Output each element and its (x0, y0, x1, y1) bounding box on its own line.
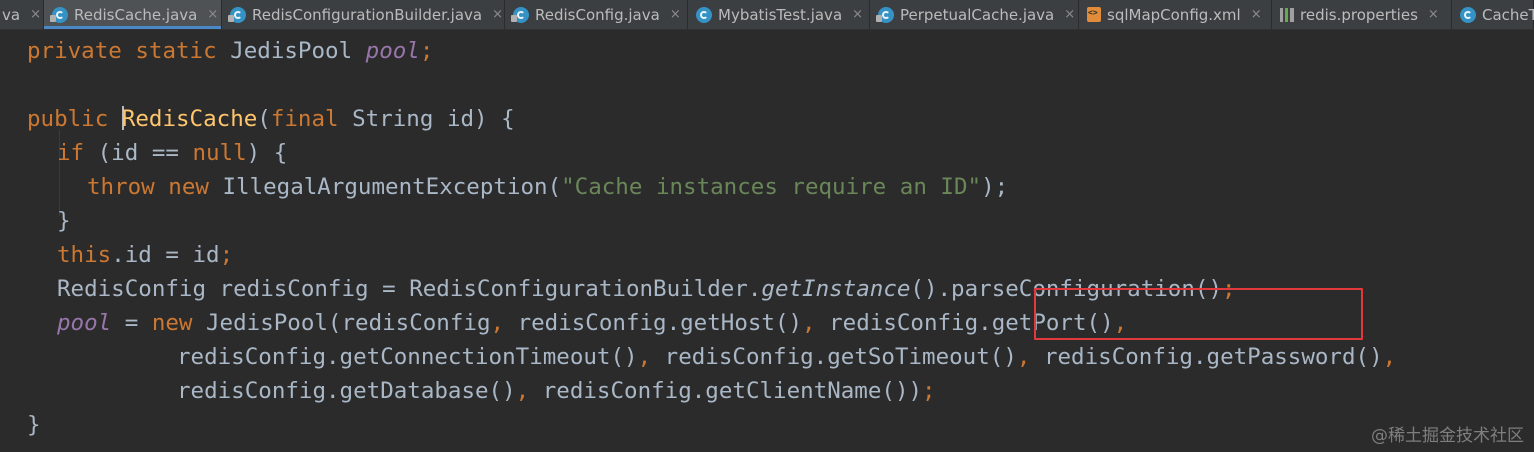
class-name: IllegalArgumentException( (222, 174, 562, 200)
closing-brace: } (27, 412, 41, 438)
code-text: (id == (84, 140, 193, 166)
tab-label: CacheT (1482, 5, 1534, 24)
code-text: redisConfig.getPassword() (1030, 344, 1383, 370)
java-class-icon (696, 6, 712, 23)
code-text: ) { (246, 140, 288, 166)
tab-mybatistest[interactable]: MybatisTest.java × (688, 0, 870, 29)
tab-rediscache[interactable]: RedisCache.java × (44, 0, 222, 29)
tab-redisconfig[interactable]: RedisConfig.java × (505, 0, 688, 29)
field-name: pool (365, 38, 420, 64)
code-text: .id = id (111, 242, 220, 268)
tab-label: RedisConfigurationBuilder.java (252, 5, 483, 24)
code-line-1: private static JedisPool pool; (27, 34, 433, 68)
tab-label: PerpetualCache.java (900, 5, 1055, 24)
keyword: static (135, 38, 217, 64)
code-line-5: throw new IllegalArgumentException("Cach… (87, 170, 1008, 204)
code-line-3: public RedisCache(final String id) { (27, 102, 515, 136)
close-icon[interactable]: × (1428, 7, 1439, 22)
keyword: final (270, 106, 339, 132)
tab-label: va (2, 5, 21, 24)
code-editor[interactable]: private static JedisPool pool; public Re… (0, 30, 1534, 452)
code-text: ); (981, 174, 1009, 200)
close-icon[interactable]: × (670, 7, 681, 22)
field-name: pool (57, 310, 112, 336)
java-class-icon (50, 6, 68, 23)
tab-label: RedisCache.java (74, 5, 198, 24)
keyword: new (168, 174, 209, 200)
keyword: null (192, 140, 247, 166)
close-icon[interactable]: × (852, 7, 863, 22)
tab-redis-properties[interactable]: redis.properties × (1272, 0, 1452, 29)
editor-tab-bar: va × RedisCache.java × RedisConfiguratio… (0, 0, 1534, 30)
comma: , (515, 378, 530, 404)
string-literal: "Cache instances require an ID" (561, 174, 982, 200)
java-class-icon (1460, 6, 1476, 23)
method-call: getInstance (761, 276, 911, 302)
code-text: JedisPool(redisConfig (192, 310, 491, 336)
comma: , (802, 310, 816, 336)
keyword: public (27, 106, 109, 132)
close-icon[interactable]: × (492, 7, 503, 22)
close-icon[interactable]: × (1251, 7, 1262, 22)
keyword: throw (87, 174, 155, 200)
watermark: @稀土掘金技术社区 (1371, 426, 1524, 446)
close-icon[interactable]: × (30, 7, 41, 22)
code-text: redisConfig.getDatabase() (177, 378, 516, 404)
comma: , (490, 310, 505, 336)
tab-partial[interactable]: va × (0, 0, 44, 29)
tab-label: redis.properties (1300, 5, 1418, 24)
tab-label: sqlMapConfig.xml (1107, 5, 1241, 24)
java-class-icon (228, 6, 246, 23)
close-icon[interactable]: × (207, 7, 218, 22)
comma: , (637, 344, 652, 370)
comma: , (1382, 344, 1397, 370)
constructor-name: RedisCache (121, 106, 258, 132)
xml-file-icon (1087, 7, 1101, 22)
keyword: if (57, 140, 85, 166)
close-icon[interactable]: × (1064, 7, 1075, 22)
type-name: JedisPool (230, 38, 353, 64)
code-line-11: redisConfig.getDatabase(), redisConfig.g… (177, 374, 936, 408)
code-text: RedisConfig redisConfig = RedisConfigura… (57, 276, 762, 302)
semicolon: ; (219, 242, 234, 268)
code-text: redisConfig.getHost() (504, 310, 803, 336)
keyword: this (57, 242, 112, 268)
code-line-10: redisConfig.getConnectionTimeout(), redi… (177, 340, 1396, 374)
code-line-9: pool = new JedisPool(redisConfig, redisC… (57, 306, 1127, 340)
semicolon: ; (922, 378, 936, 404)
semicolon: ; (419, 38, 434, 64)
annotation-highlight-box (1034, 288, 1363, 340)
java-class-icon (876, 6, 894, 23)
tab-label: MybatisTest.java (718, 5, 843, 24)
closing-brace: } (57, 208, 71, 234)
java-class-icon (511, 6, 529, 23)
code-text: () (910, 276, 938, 302)
code-line-7: this.id = id; (57, 238, 233, 272)
paren: ( (257, 106, 271, 132)
keyword: private (27, 38, 122, 64)
tab-cachet[interactable]: CacheT (1452, 0, 1534, 29)
code-line-4: if (id == null) { (57, 136, 287, 170)
code-text: redisConfig.getClientName()) (529, 378, 923, 404)
code-text: String id) { (352, 106, 515, 132)
code-text: redisConfig.getSoTimeout() (651, 344, 1017, 370)
properties-file-icon (1280, 7, 1294, 22)
tab-redisconfigurationbuilder[interactable]: RedisConfigurationBuilder.java × (222, 0, 505, 29)
keyword: new (151, 310, 193, 336)
code-line-12: } (27, 408, 41, 442)
code-text: = (111, 310, 152, 336)
tab-perpetualcache[interactable]: PerpetualCache.java × (870, 0, 1079, 29)
comma: , (1016, 344, 1031, 370)
code-line-6: } (57, 204, 71, 238)
tab-sqlmapconfig[interactable]: sqlMapConfig.xml × (1079, 0, 1272, 29)
code-text: redisConfig.getConnectionTimeout() (177, 344, 638, 370)
tab-label: RedisConfig.java (535, 5, 660, 24)
